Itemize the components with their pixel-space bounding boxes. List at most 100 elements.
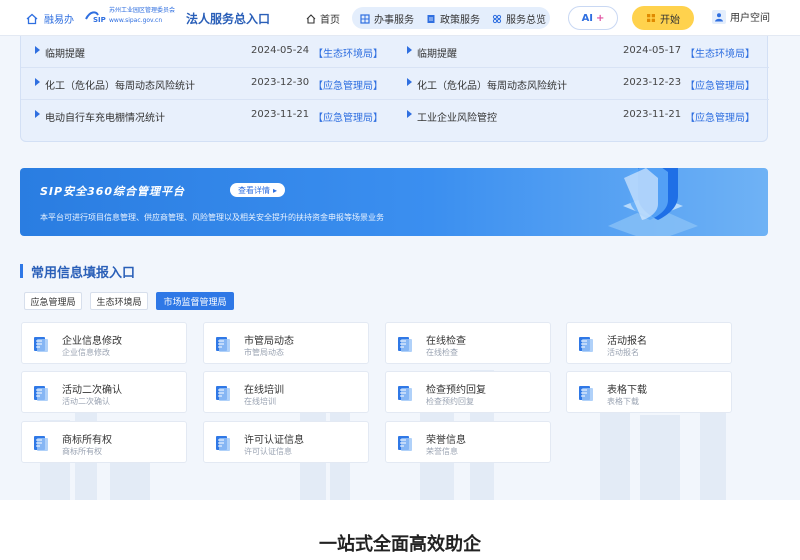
arrow-right-icon [407,46,412,54]
news-date: 2023-12-30 [251,77,310,88]
card-subtitle: 表格下载 [607,397,639,406]
form-entry-card[interactable]: 荣誉信息 荣誉信息 [385,421,551,463]
form-document-icon [398,386,412,401]
tab-ecology[interactable]: 生态环境局 [90,292,148,310]
document-icon [427,14,435,23]
nav-services-label: 办事服务 [374,15,414,26]
news-date: 2024-05-17 [623,45,682,56]
form-entry-card[interactable]: 商标所有权 商标所有权 [21,421,187,463]
nav-policy-label: 政策服务 [440,15,480,26]
form-entry-card[interactable]: 许可认证信息 许可认证信息 [203,421,369,463]
ai-button[interactable]: AI + [568,6,618,30]
news-tag[interactable]: 【应急管理局】 [313,77,383,92]
shield-icon [608,168,698,236]
news-date: 2023-11-21 [251,109,310,120]
nav-services[interactable]: 办事服务 [360,11,414,26]
form-entry-card[interactable]: 企业信息修改 企业信息修改 [21,322,187,364]
form-document-icon [34,386,48,401]
card-title: 荣誉信息 [426,435,466,446]
org-logo[interactable]: SIP 苏州工业园区管理委员会 www.sipac.gov.cn [84,6,175,26]
news-tag[interactable]: 【生态环境局】 [313,45,383,60]
top-header: 融易办 SIP 苏州工业园区管理委员会 www.sipac.gov.cn 法人服… [0,0,800,36]
news-title[interactable]: 电动自行车充电棚情况统计 [45,109,165,124]
news-tag[interactable]: 【应急管理局】 [313,109,383,124]
news-panel: 临期提醒 2024-05-24 【生态环境局】 临期提醒 2024-05-17 … [20,36,769,142]
banner-detail-label: 查看详情 [238,185,270,195]
logo-text: 融易办 [44,15,74,26]
form-document-icon [216,436,230,451]
play-icon: ▸ [273,185,278,195]
home-icon [306,13,316,24]
banner-title: SIP安全360综合管理平台 [40,185,186,198]
logo-home[interactable]: 融易办 [26,11,74,26]
form-document-icon [398,436,412,451]
nav-home[interactable]: 首页 [306,11,340,26]
form-entry-card[interactable]: 市管局动态 市管局动态 [203,322,369,364]
start-button[interactable]: 开始 [632,6,694,30]
news-title[interactable]: 化工（危化品）每周动态风险统计 [417,77,567,92]
plus-icon: + [596,12,605,24]
form-entry-card[interactable]: 在线培训 在线培训 [203,371,369,413]
news-tag[interactable]: 【生态环境局】 [685,45,755,60]
arrow-right-icon [35,78,40,86]
apps-icon [647,14,655,22]
user-icon [712,9,726,24]
news-title[interactable]: 临期提醒 [417,45,457,60]
user-space[interactable]: 用户空间 [712,9,770,24]
news-title[interactable]: 临期提醒 [45,45,85,60]
platform-banner[interactable]: SIP安全360综合管理平台 查看详情 ▸ 本平台可进行项目信息管理、供应商管理、… [20,168,768,236]
card-title: 许可认证信息 [244,435,304,446]
tab-emergency[interactable]: 应急管理局 [24,292,82,310]
news-date: 2024-05-24 [251,45,310,56]
sip-logo-icon: SIP [85,11,106,23]
card-title: 活动二次确认 [62,385,122,396]
form-document-icon [34,436,48,451]
card-subtitle: 在线检查 [426,348,458,357]
tab-market[interactable]: 市场监督管理局 [156,292,234,310]
org-name: 苏州工业园区管理委员会 [109,7,176,14]
grid-icon [360,13,370,24]
banner-detail-button[interactable]: 查看详情 ▸ [230,183,286,197]
org-url: www.sipac.gov.cn [109,17,163,24]
news-tag[interactable]: 【应急管理局】 [685,109,755,124]
form-entry-card[interactable]: 检查预约回复 检查预约回复 [385,371,551,413]
card-subtitle: 市管局动态 [244,348,284,357]
form-document-icon [398,337,412,352]
news-tag[interactable]: 【应急管理局】 [685,77,755,92]
form-entry-card[interactable]: 在线检查 在线检查 [385,322,551,364]
form-entry-card[interactable]: 活动报名 活动报名 [566,322,732,364]
arrow-right-icon [407,110,412,118]
section-title: 常用信息填报入口 [20,262,136,281]
form-entry-card[interactable]: 表格下载 表格下载 [566,371,732,413]
card-subtitle: 企业信息修改 [62,348,110,357]
news-row: 临期提醒 2024-05-24 【生态环境局】 临期提醒 2024-05-17 … [21,36,769,68]
news-title[interactable]: 工业企业风险管控 [417,109,497,124]
card-title: 企业信息修改 [62,336,122,347]
card-title: 在线检查 [426,336,466,347]
card-subtitle: 荣誉信息 [426,447,458,456]
form-document-icon [216,337,230,352]
bottom-title: 一站式全面高效助企 [319,534,481,555]
news-row: 化工（危化品）每周动态风险统计 2023-12-30 【应急管理局】 化工（危化… [21,68,769,100]
title-bar-marker [20,264,23,278]
card-title: 活动报名 [607,336,647,347]
ai-label: AI [581,12,594,24]
card-title: 市管局动态 [244,336,294,347]
form-document-icon [579,337,593,352]
portal-title: 法人服务总入口 [186,12,271,26]
card-subtitle: 商标所有权 [62,447,102,456]
card-title: 表格下载 [607,385,647,396]
news-date: 2023-12-23 [623,77,682,88]
arrow-right-icon [35,46,40,54]
nav-overview[interactable]: 服务总览 [492,11,546,26]
card-title: 商标所有权 [62,435,112,446]
news-title[interactable]: 化工（危化品）每周动态风险统计 [45,77,195,92]
card-title: 检查预约回复 [426,385,486,396]
form-entry-card[interactable]: 活动二次确认 活动二次确认 [21,371,187,413]
form-document-icon [216,386,230,401]
card-subtitle: 活动二次确认 [62,397,110,406]
news-date: 2023-11-21 [623,109,682,120]
nav-policy[interactable]: 政策服务 [426,11,480,26]
banner-description: 本平台可进行项目信息管理、供应商管理、风险管理以及相关安全提升的扶持资金申报等场… [40,213,384,222]
section-title-text: 常用信息填报入口 [31,265,136,281]
